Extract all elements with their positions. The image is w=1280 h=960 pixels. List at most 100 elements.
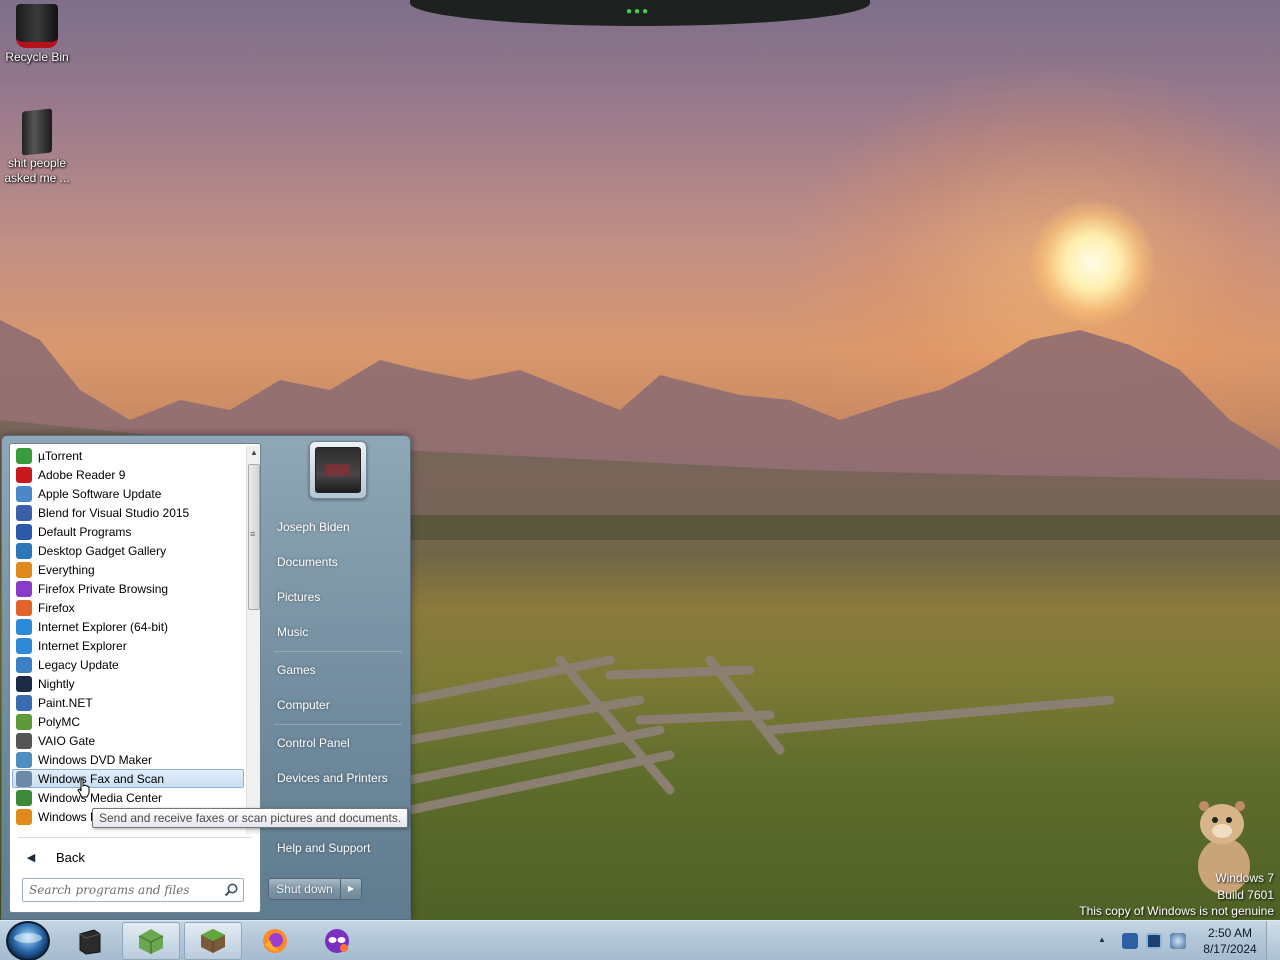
start-item-control-panel[interactable]: Control Panel (271, 730, 407, 756)
watermark-os: Windows 7 (1215, 871, 1274, 885)
recycle-bin-icon (16, 4, 58, 48)
search-icon[interactable] (223, 882, 239, 898)
program-item[interactable]: Windows Fax and Scan (12, 769, 244, 788)
start-item-music[interactable]: Music (271, 619, 407, 645)
shutdown-options-arrow-icon[interactable]: ▶ (341, 879, 361, 899)
polymc-taskbar-icon (138, 929, 164, 954)
back-button[interactable]: ◀ Back (16, 843, 254, 871)
program-label: Everything (38, 562, 95, 577)
program-label: Apple Software Update (38, 486, 162, 501)
show-desktop-button[interactable] (1266, 921, 1280, 960)
volume-icon[interactable] (1170, 933, 1186, 949)
programs-scrollbar[interactable]: ▲ (246, 446, 260, 834)
program-item[interactable]: Default Programs (12, 522, 244, 541)
firefox-private-icon (16, 580, 32, 597)
program-label: Nightly (38, 676, 75, 691)
taskbar-clock[interactable]: 2:50 AM 8/17/2024 (1198, 925, 1262, 957)
program-label: Legacy Update (38, 657, 119, 672)
program-item[interactable]: µTorrent (12, 446, 244, 465)
fax-scan-icon (16, 770, 32, 787)
start-item-user[interactable]: Joseph Biden (271, 514, 407, 540)
start-item-devices-printers[interactable]: Devices and Printers (271, 765, 407, 791)
shutdown-button[interactable]: Shut down (269, 879, 341, 899)
start-item-games[interactable]: Games (271, 657, 407, 683)
program-label: Paint.NET (38, 695, 93, 710)
adobe-reader-icon (16, 466, 32, 483)
program-item[interactable]: Desktop Gadget Gallery (12, 541, 244, 560)
program-item[interactable]: Paint.NET (12, 693, 244, 712)
program-label: Adobe Reader 9 (38, 467, 126, 482)
desktop-icon-folder[interactable]: shit people asked me ... (0, 108, 74, 186)
taskbar-firefox-button[interactable] (246, 922, 304, 960)
program-item[interactable]: VAIO Gate (12, 731, 244, 750)
nightly-icon (16, 675, 32, 692)
taskbar-firefox-private-button[interactable] (308, 922, 366, 960)
network-icon[interactable] (1146, 933, 1162, 949)
desktop-icon-recycle-bin[interactable]: Recycle Bin (0, 4, 74, 65)
taskbar-minecraft-button[interactable] (184, 922, 242, 960)
start-menu-left-pane: µTorrent Adobe Reader 9 Apple Software Upd… (9, 443, 261, 913)
program-label: Windows Media Center (38, 790, 163, 805)
divider (18, 837, 252, 838)
start-orb-icon[interactable] (6, 921, 50, 960)
program-item[interactable]: Nightly (12, 674, 244, 693)
taskbar-pc-case-button[interactable] (60, 922, 118, 960)
internet-explorer-icon (16, 618, 32, 635)
legacy-update-icon (16, 656, 32, 673)
shutdown-button-group: Shut down ▶ (268, 878, 362, 900)
program-tooltip: Send and receive faxes or scan pictures … (92, 808, 409, 828)
program-item[interactable]: Windows Media Center (12, 788, 244, 807)
dvd-maker-icon (16, 751, 32, 768)
gadget-gallery-icon (16, 542, 32, 559)
watermark-build: Build 7601 (1217, 888, 1274, 902)
program-item[interactable]: Apple Software Update (12, 484, 244, 503)
all-programs-list[interactable]: µTorrent Adobe Reader 9 Apple Software Upd… (12, 446, 244, 834)
program-item[interactable]: Windows DVD Maker (12, 750, 244, 769)
program-item[interactable]: PolyMC (12, 712, 244, 731)
wooden-fence (410, 655, 1115, 815)
search-box[interactable] (22, 878, 244, 902)
program-item[interactable]: Everything (12, 560, 244, 579)
firefox-private-taskbar-icon (325, 929, 349, 953)
utorrent-icon (16, 447, 32, 464)
clock-time: 2:50 AM (1207, 926, 1253, 940)
program-label: PolyMC (38, 714, 81, 729)
start-item-pictures[interactable]: Pictures (271, 584, 407, 610)
start-menu: µTorrent Adobe Reader 9 Apple Software Upd… (1, 435, 411, 920)
start-item-documents[interactable]: Documents (271, 549, 407, 575)
program-label: µTorrent (38, 448, 83, 463)
scroll-thumb[interactable] (248, 464, 260, 610)
program-label: Windows DVD Maker (38, 752, 153, 767)
internet-explorer-icon (16, 637, 32, 654)
right-pane-separator (274, 651, 402, 652)
vaio-gate-icon (16, 732, 32, 749)
blend-icon (16, 504, 32, 521)
program-item[interactable]: Legacy Update (12, 655, 244, 674)
pc-case-taskbar-icon (79, 929, 101, 955)
taskbar: ▲ 2:50 AM 8/17/2024 (0, 920, 1280, 960)
top-gadget-bar: ●●● (410, 0, 870, 26)
program-item[interactable]: Firefox (12, 598, 244, 617)
media-player-icon (16, 808, 32, 825)
program-label: Internet Explorer (38, 638, 127, 653)
action-center-flag-icon[interactable] (1122, 933, 1138, 949)
polymc-icon (16, 713, 32, 730)
program-label: Windows Fax and Scan (38, 771, 165, 786)
user-picture[interactable] (309, 441, 367, 499)
scroll-up-arrow-icon[interactable]: ▲ (247, 446, 261, 460)
program-item[interactable]: Internet Explorer (64-bit) (12, 617, 244, 636)
program-item[interactable]: Blend for Visual Studio 2015 (12, 503, 244, 522)
program-label: Firefox (38, 600, 75, 615)
program-item[interactable]: Adobe Reader 9 (12, 465, 244, 484)
program-item[interactable]: Internet Explorer (12, 636, 244, 655)
taskbar-polymc-button[interactable] (122, 922, 180, 960)
start-item-computer[interactable]: Computer (271, 692, 407, 718)
firefox-taskbar-icon (263, 929, 287, 953)
program-item[interactable]: Firefox Private Browsing (12, 579, 244, 598)
media-center-icon (16, 789, 32, 806)
start-item-help-support[interactable]: Help and Support (271, 835, 407, 861)
pc-case-icon (22, 108, 52, 156)
back-arrow-icon: ◀ (26, 851, 36, 864)
search-input[interactable] (23, 879, 219, 901)
show-hidden-icons-arrow-icon[interactable]: ▲ (1098, 935, 1106, 944)
